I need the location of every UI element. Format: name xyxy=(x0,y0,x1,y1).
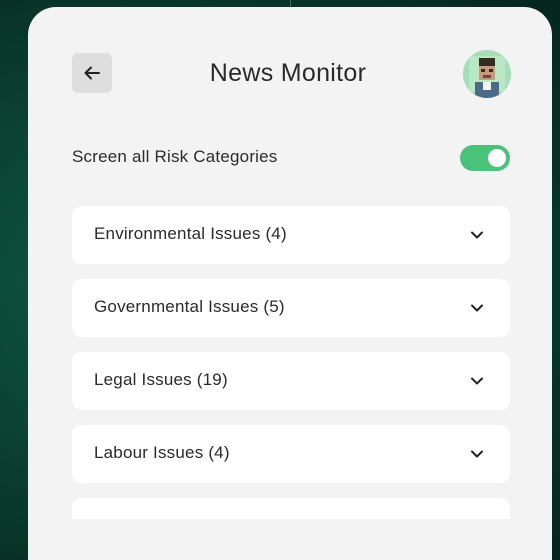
chevron-down-icon xyxy=(471,304,483,312)
news-monitor-panel: News Monitor Screen all Risk Categories … xyxy=(28,7,552,560)
category-environmental[interactable]: Environmental Issues (4) xyxy=(72,206,510,264)
category-legal[interactable]: Legal Issues (19) xyxy=(72,352,510,410)
toggle-knob xyxy=(488,149,506,167)
screen-all-row: Screen all Risk Categories xyxy=(72,143,510,173)
screen-all-label: Screen all Risk Categories xyxy=(72,147,278,166)
chevron-down-icon xyxy=(471,450,483,458)
user-avatar-icon xyxy=(463,50,511,98)
category-labour[interactable]: Labour Issues (4) xyxy=(72,425,510,483)
arrow-left-icon xyxy=(84,66,100,80)
page-title: News Monitor xyxy=(209,59,367,87)
back-button[interactable] xyxy=(72,53,112,93)
category-partial[interactable] xyxy=(72,498,510,519)
chevron-down-icon xyxy=(471,377,483,385)
chevron-down-icon xyxy=(471,231,483,239)
risk-category-list: Environmental Issues (4) Governmental Is… xyxy=(72,206,510,519)
screen-all-toggle[interactable] xyxy=(460,145,510,171)
avatar[interactable] xyxy=(463,50,511,98)
category-governmental[interactable]: Governmental Issues (5) xyxy=(72,279,510,337)
category-label: Labour Issues (4) xyxy=(94,443,230,462)
category-label: Environmental Issues (4) xyxy=(94,224,287,243)
category-label: Legal Issues (19) xyxy=(94,370,228,389)
category-label: Governmental Issues (5) xyxy=(94,297,285,316)
